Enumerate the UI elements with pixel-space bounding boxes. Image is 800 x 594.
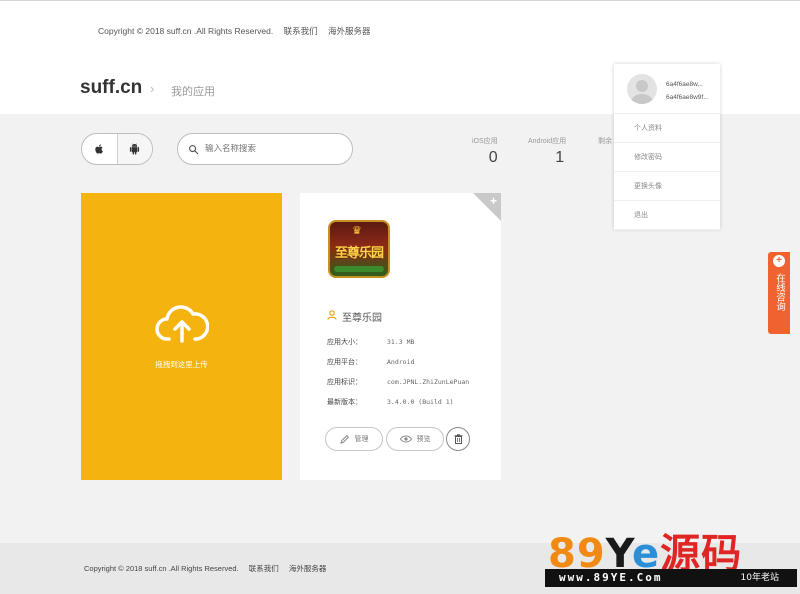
footer-copyright-text: Copyright © 2018 suff.cn .All Rights Res… (84, 564, 239, 573)
top-link-contact[interactable]: 联系我们 (284, 26, 318, 36)
user-info: 6a4f6ae8w... 6a4f6ae8w9f... (666, 78, 709, 104)
info-key: 应用平台： (327, 358, 362, 366)
stat-ios-value: 0 (488, 149, 498, 166)
info-row-version: 最新版本： 3.4.0.0 (Build 1) (327, 397, 454, 407)
cloud-upload-icon (154, 305, 209, 343)
app-name[interactable]: 至尊乐园 (327, 309, 382, 324)
footer-copyright: Copyright © 2018 suff.cn .All Rights Res… (84, 563, 334, 574)
menu-item-change-avatar[interactable]: 更换头像 (614, 172, 720, 201)
watermark-tag: 10年老站 (740, 573, 779, 583)
top-copyright: Copyright © 2018 suff.cn .All Rights Res… (98, 25, 379, 37)
stat-android-label: Android应用 (528, 138, 567, 145)
info-row-platform: 应用平台： Android (327, 357, 414, 367)
online-consult-label: 在线咨询 (774, 273, 785, 311)
info-key: 应用标识： (327, 378, 362, 386)
app-icon-band (334, 266, 384, 272)
info-value: com.JPNL.ZhiZunLePuan (387, 378, 470, 386)
info-key: 最新版本： (327, 398, 362, 406)
menu-item-logout[interactable]: 退出 (614, 201, 720, 230)
upload-hint: 拖拽到这里上传 (155, 360, 208, 369)
info-row-bundle-id: 应用标识： com.JPNL.ZhiZunLePuan (327, 377, 469, 387)
filter-ios-button[interactable] (82, 134, 117, 164)
filter-android-button[interactable] (116, 134, 152, 164)
stat-ios-label: iOS应用 (472, 138, 498, 145)
search-icon (189, 144, 199, 154)
plus-circle-icon: + (773, 255, 785, 267)
watermark-logo: 89Ye源码 www.89YE.Com 10年老站 (545, 521, 797, 589)
user-menu-header: 6a4f6ae8w... 6a4f6ae8w9f... (614, 64, 720, 114)
menu-item-profile[interactable]: 个人资料 (614, 114, 720, 143)
watermark-site: www.89YE.Com (559, 571, 663, 584)
apple-icon (95, 144, 103, 154)
preview-button-label: 预览 (416, 435, 431, 443)
top-link-overseas-server[interactable]: 海外服务器 (328, 26, 371, 36)
avatar-placeholder-icon (631, 80, 653, 104)
stat-android: Android应用 1 (528, 136, 566, 167)
eye-icon (399, 435, 412, 443)
info-row-size: 应用大小： 31.3 MB (327, 337, 414, 347)
user-id: 6a4f6ae8w9f... (666, 94, 709, 101)
trash-icon (454, 434, 462, 444)
pencil-icon (339, 434, 349, 444)
plus-icon[interactable]: + (490, 194, 497, 208)
manage-button-label: 管理 (354, 435, 369, 443)
menu-item-change-password[interactable]: 修改密码 (614, 143, 720, 172)
top-copyright-text: Copyright © 2018 suff.cn .All Rights Res… (98, 26, 274, 36)
info-value: 3.4.0.0 (Build 1) (387, 398, 454, 406)
app-card: + ♛ 至尊乐园 至尊乐园 应用大小： 31.3 MB 应用平台： Android … (300, 193, 501, 480)
stat-ios: iOS应用 0 (472, 136, 498, 167)
stat-remaining: 剩余 (598, 136, 612, 149)
platform-filter (81, 133, 153, 165)
avatar[interactable] (627, 74, 657, 104)
crown-icon: ♛ (352, 225, 362, 237)
app-name-text: 至尊乐园 (342, 313, 382, 324)
search-box (177, 133, 353, 165)
user-name: 6a4f6ae8w... (666, 81, 703, 88)
breadcrumb-separator: › (150, 81, 155, 96)
info-value: Android (387, 358, 415, 366)
watermark-bar: www.89YE.Com 10年老站 (545, 569, 797, 587)
delete-button[interactable] (446, 427, 470, 451)
stat-remaining-label: 剩余 (598, 138, 612, 145)
preview-button[interactable]: 预览 (386, 427, 444, 451)
info-key: 应用大小： (327, 338, 362, 346)
brand-logo[interactable]: suff.cn (80, 77, 142, 99)
app-icon-text: 至尊乐园 (334, 246, 384, 261)
user-menu-dropdown: 6a4f6ae8w... 6a4f6ae8w9f... 个人资料 修改密码 更换… (614, 64, 720, 230)
app-icon[interactable]: ♛ 至尊乐园 (328, 220, 390, 278)
manage-button[interactable]: 管理 (325, 427, 383, 451)
upload-dropzone[interactable]: 拖拽到这里上传 (81, 193, 282, 480)
online-consult-tab[interactable]: + 在线咨询 (768, 252, 790, 334)
breadcrumb-my-apps[interactable]: 我的应用 (171, 83, 215, 99)
footer-link-contact[interactable]: 联系我们 (249, 564, 279, 573)
person-icon (327, 310, 337, 323)
search-input[interactable] (205, 144, 345, 154)
stat-android-value: 1 (555, 149, 565, 166)
footer-link-overseas-server[interactable]: 海外服务器 (289, 564, 327, 573)
android-icon (130, 143, 140, 155)
info-value: 31.3 MB (387, 338, 415, 346)
